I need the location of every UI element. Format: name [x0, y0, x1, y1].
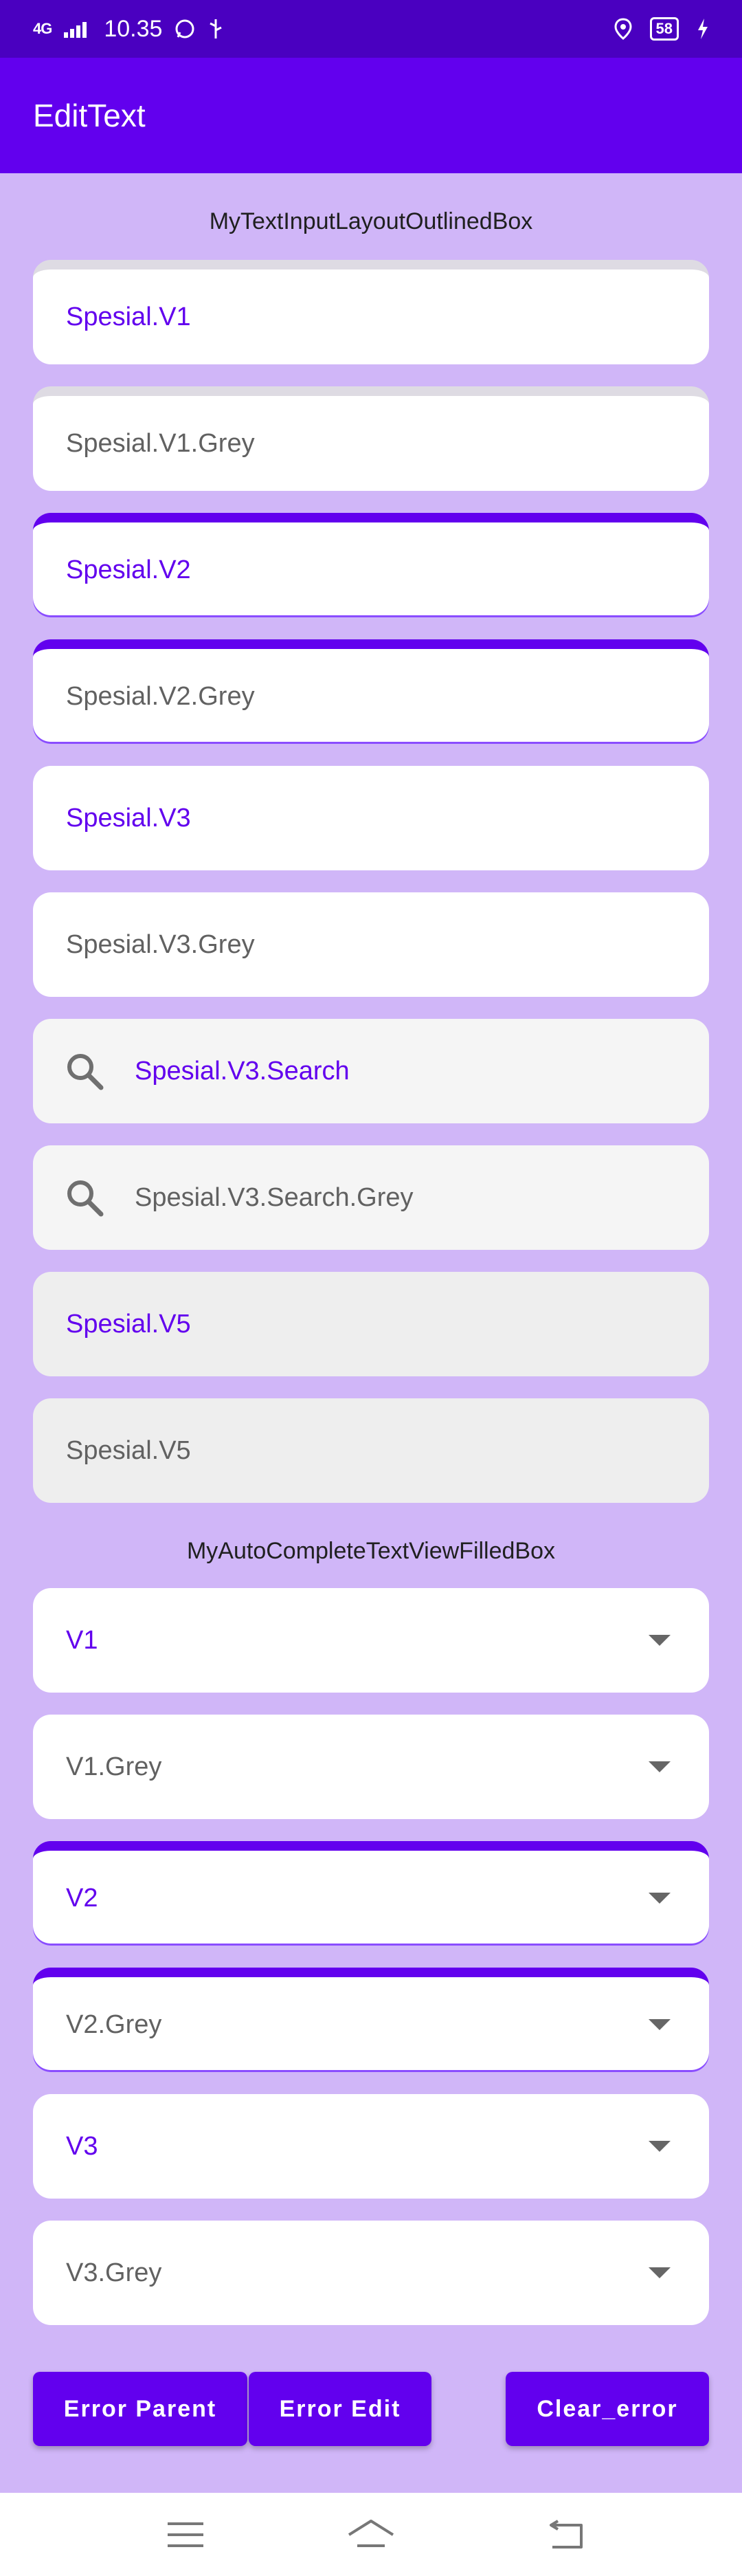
dropdown-arrow-icon[interactable]: [649, 1635, 671, 1646]
signal-icon: [64, 22, 87, 38]
search-field-spesial-v3-grey[interactable]: Spesial.V3.Search.Grey: [33, 1145, 709, 1250]
status-bar: 4G 10.35 58: [0, 0, 742, 58]
home-icon[interactable]: [346, 2518, 396, 2551]
charging-icon: [698, 19, 708, 39]
field-text: V2.Grey: [66, 2010, 162, 2039]
text-field-spesial-v1-grey[interactable]: Spesial.V1.Grey: [33, 386, 709, 491]
dropdown-v3-grey[interactable]: V3.Grey: [33, 2221, 709, 2325]
field-text: Spesial.V3.Search: [135, 1056, 350, 1086]
status-left: 4G 10.35: [33, 16, 224, 43]
status-right: 58: [614, 17, 709, 41]
clear-error-button[interactable]: Clear_error: [506, 2372, 709, 2446]
app-title: EditText: [33, 98, 146, 133]
search-icon: [60, 1174, 109, 1222]
field-text: Spesial.V3.Grey: [66, 929, 255, 959]
field-text: Spesial.V3.Search.Grey: [135, 1182, 414, 1212]
text-field-spesial-v3[interactable]: Spesial.V3: [33, 766, 709, 870]
field-text: V1.Grey: [66, 1752, 162, 1781]
whatsapp-icon: [175, 19, 194, 38]
battery-indicator: 58: [649, 17, 679, 41]
text-field-spesial-v1[interactable]: Spesial.V1: [33, 260, 709, 364]
error-parent-button[interactable]: Error Parent: [33, 2372, 247, 2446]
location-icon: [614, 18, 632, 40]
text-field-spesial-v2-grey[interactable]: Spesial.V2.Grey: [33, 639, 709, 744]
text-field-spesial-v5-grey[interactable]: Spesial.V5: [33, 1398, 709, 1503]
field-text: Spesial.V5: [66, 1435, 191, 1465]
error-edit-button[interactable]: Error Edit: [249, 2372, 431, 2446]
field-text: Spesial.V3: [66, 803, 191, 833]
field-text: Spesial.V1: [66, 302, 191, 331]
dropdown-v2[interactable]: V2: [33, 1841, 709, 1946]
navigation-bar: [0, 2493, 742, 2576]
dropdown-arrow-icon[interactable]: [649, 1893, 671, 1904]
field-text: V1: [66, 1625, 98, 1655]
network-type: 4G: [33, 20, 52, 37]
app-bar: EditText: [0, 58, 742, 173]
text-field-spesial-v3-grey[interactable]: Spesial.V3.Grey: [33, 892, 709, 997]
section-label-outlined: MyTextInputLayoutOutlinedBox: [209, 208, 533, 234]
search-field-spesial-v3[interactable]: Spesial.V3.Search: [33, 1019, 709, 1123]
section-label-autocomplete: MyAutoCompleteTextViewFilledBox: [186, 1538, 556, 1564]
menu-icon[interactable]: [166, 2521, 205, 2549]
field-text: Spesial.V2: [66, 555, 191, 584]
search-icon: [60, 1047, 109, 1095]
back-icon[interactable]: [546, 2519, 584, 2550]
field-text: V2: [66, 1883, 98, 1913]
dropdown-v1[interactable]: V1: [33, 1588, 709, 1693]
dropdown-arrow-icon[interactable]: [649, 1761, 671, 1772]
field-text: V3.Grey: [66, 2258, 162, 2287]
clock: 10.35: [104, 15, 163, 42]
dropdown-arrow-icon[interactable]: [649, 2267, 671, 2278]
dropdown-v1-grey[interactable]: V1.Grey: [33, 1715, 709, 1819]
dropdown-arrow-icon[interactable]: [649, 2141, 671, 2152]
usb-icon: [210, 19, 223, 38]
field-text: V3: [66, 2131, 98, 2161]
field-text: Spesial.V5: [66, 1309, 191, 1339]
text-field-spesial-v5[interactable]: Spesial.V5: [33, 1272, 709, 1376]
dropdown-arrow-icon[interactable]: [649, 2019, 671, 2030]
dropdown-v2-grey[interactable]: V2.Grey: [33, 1968, 709, 2072]
field-text: Spesial.V1.Grey: [66, 428, 255, 458]
dropdown-v3[interactable]: V3: [33, 2094, 709, 2199]
text-field-spesial-v2[interactable]: Spesial.V2: [33, 513, 709, 617]
field-text: Spesial.V2.Grey: [66, 681, 255, 711]
